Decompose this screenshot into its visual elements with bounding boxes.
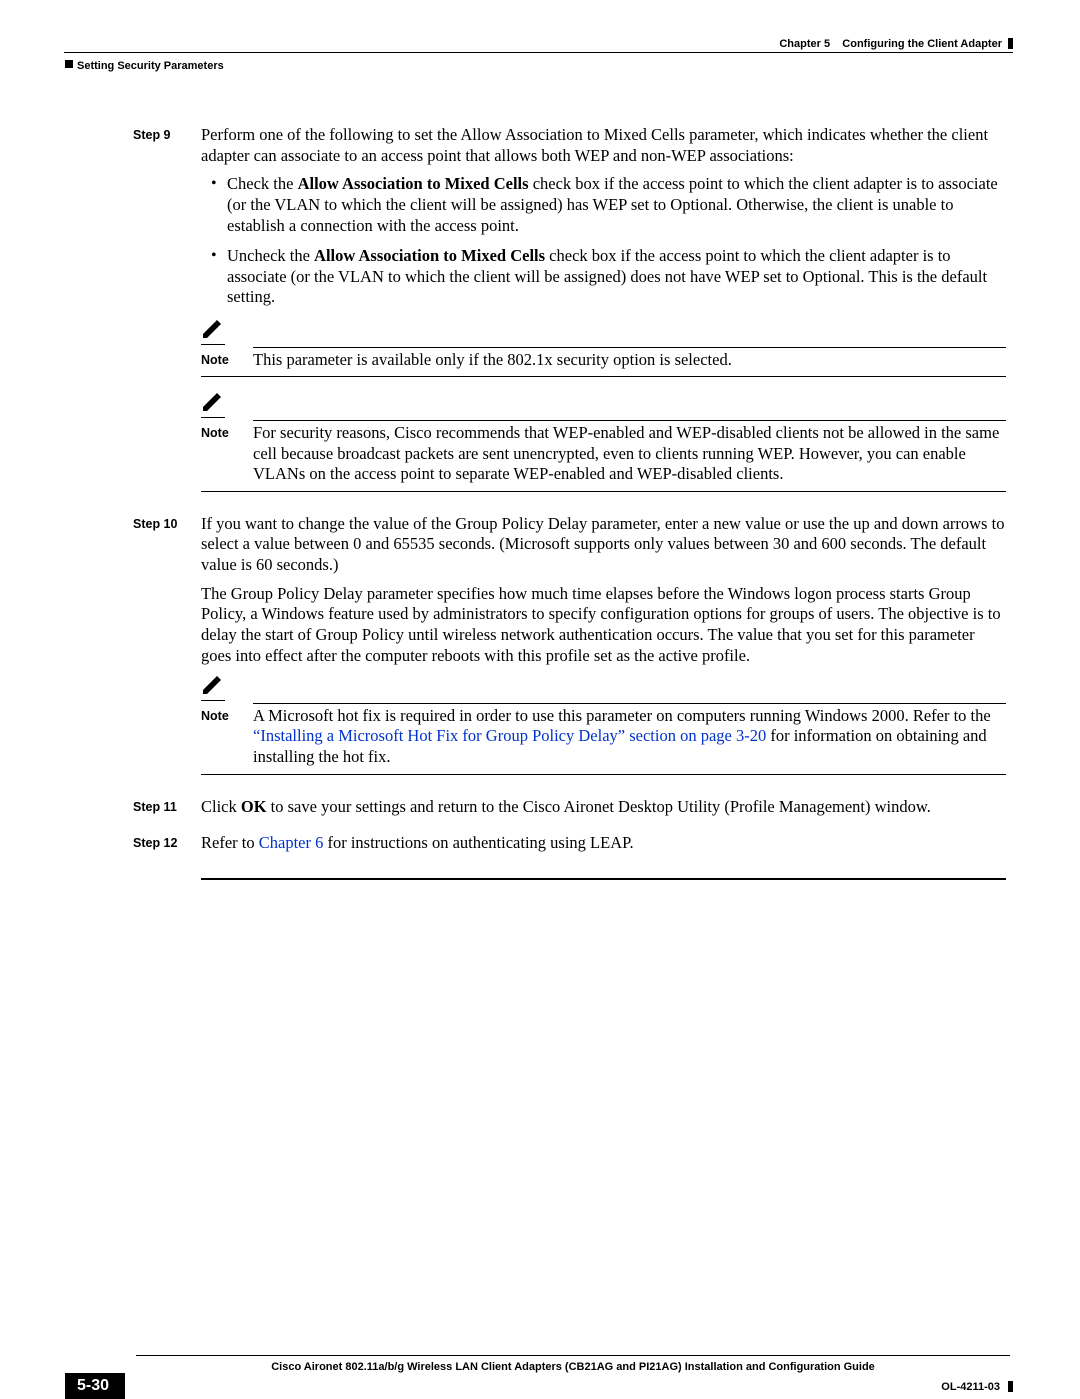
closing-rule [201,878,1006,880]
step-10-p1: If you want to change the value of the G… [201,514,1006,576]
footer-bar-right [1008,1381,1013,1392]
note-top-rule [253,420,1006,421]
note-block-3: Note A Microsoft hot fix is required in … [201,674,1006,775]
note-icon-wrap [201,318,225,345]
text-bold: Allow Association to Mixed Cells [314,246,545,265]
step-10-p2: The Group Policy Delay parameter specifi… [201,584,1006,667]
hotfix-link[interactable]: “Installing a Microsoft Hot Fix for Grou… [253,726,766,745]
note-label: Note [201,706,253,725]
content-area: Step 9 Perform one of the following to s… [133,125,1006,880]
text: for instructions on authenticating using… [323,833,633,852]
step-12-text: Refer to Chapter 6 for instructions on a… [201,833,1006,854]
step-9-bullets: Check the Allow Association to Mixed Cel… [201,174,1006,308]
step-10-body: If you want to change the value of the G… [201,514,1006,789]
header-bar-left [65,60,73,68]
step-9: Step 9 Perform one of the following to s… [133,125,1006,506]
note-row: Note This parameter is available only if… [201,350,1006,371]
page-container: Chapter 5 Configuring the Client Adapter… [0,0,1080,1397]
step-9-body: Perform one of the following to set the … [201,125,1006,506]
note-text: For security reasons, Cisco recommends t… [253,423,1006,485]
step-9-bullet-1: Check the Allow Association to Mixed Cel… [201,174,1006,236]
note-top-rule [253,347,1006,348]
step-11-label: Step 11 [133,797,201,826]
note-bottom-rule [201,376,1006,377]
note-block-1: Note This parameter is available only if… [201,318,1006,377]
note-bottom-rule [201,774,1006,775]
text: A Microsoft hot fix is required in order… [253,706,991,725]
pencil-icon [201,391,223,411]
page-number: 5-30 [65,1373,125,1399]
step-11-text: Click OK to save your settings and retur… [201,797,1006,818]
step-12-body: Refer to Chapter 6 for instructions on a… [201,833,1006,862]
note-row: Note A Microsoft hot fix is required in … [201,706,1006,768]
text-bold: OK [241,797,267,816]
note-text: This parameter is available only if the … [253,350,1006,371]
header-rule [64,52,1013,53]
step-9-label: Step 9 [133,125,201,506]
step-12: Step 12 Refer to Chapter 6 for instructi… [133,833,1006,862]
note-icon-wrap [201,391,225,418]
chapter-6-link[interactable]: Chapter 6 [259,833,324,852]
footer-docnum: OL-4211-03 [941,1381,1000,1393]
step-9-bullet-2: Uncheck the Allow Association to Mixed C… [201,246,1006,308]
text: Click [201,797,241,816]
footer-rule [136,1355,1010,1356]
step-10-label: Step 10 [133,514,201,789]
pencil-icon [201,318,223,338]
text: Uncheck the [227,246,314,265]
step-9-intro: Perform one of the following to set the … [201,125,1006,166]
footer-guide-title: Cisco Aironet 802.11a/b/g Wireless LAN C… [136,1361,1010,1373]
note-bottom-rule [201,491,1006,492]
note-row: Note For security reasons, Cisco recomme… [201,423,1006,485]
pencil-icon [201,674,223,694]
step-11-body: Click OK to save your settings and retur… [201,797,1006,826]
step-12-label: Step 12 [133,833,201,862]
text: to save your settings and return to the … [267,797,931,816]
note-block-2: Note For security reasons, Cisco recomme… [201,391,1006,492]
text-bold: Allow Association to Mixed Cells [298,174,529,193]
header-bar-right [1008,38,1013,49]
step-10: Step 10 If you want to change the value … [133,514,1006,789]
note-text: A Microsoft hot fix is required in order… [253,706,1006,768]
note-top-rule [253,703,1006,704]
step-11: Step 11 Click OK to save your settings a… [133,797,1006,826]
text: Refer to [201,833,259,852]
note-icon-wrap [201,674,225,701]
text: Check the [227,174,298,193]
header-section: Setting Security Parameters [77,60,224,72]
header-chapter: Chapter 5 Configuring the Client Adapter [779,38,1002,50]
note-label: Note [201,350,253,369]
note-label: Note [201,423,253,442]
